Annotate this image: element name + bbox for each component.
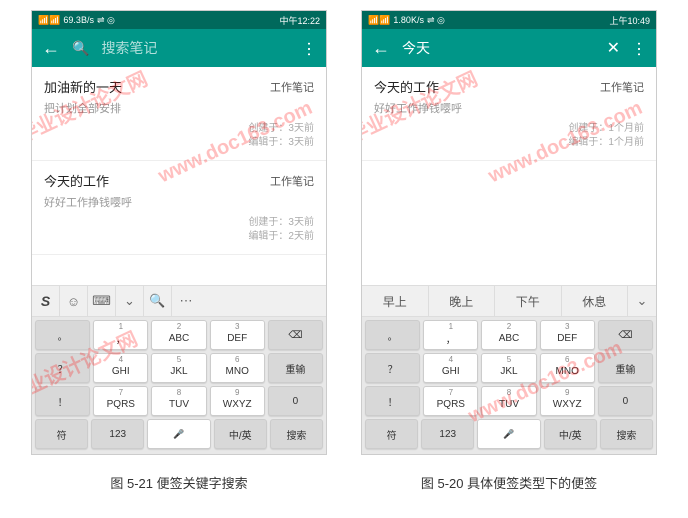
key-2[interactable]: 2ABC <box>481 320 536 350</box>
status-icons: ⇌ ◎ <box>427 15 445 26</box>
emoji-icon[interactable]: ☺ <box>60 286 88 316</box>
note-tag: 工作笔记 <box>270 173 314 189</box>
more-icon[interactable]: ⋯ <box>172 286 200 316</box>
suggestion-bar: 早上 晚上 下午 休息 ⌄ <box>362 285 656 317</box>
back-icon[interactable]: ← <box>372 38 390 59</box>
list-item[interactable]: 今天的工作 工作笔记 好好工作挣钱嘤呼 创建于：3天前 编辑于：2天前 <box>32 161 326 255</box>
key-1[interactable]: 1， <box>423 320 478 350</box>
keyboard: 。 1， 2ABC 3DEF ⌫ ？ 4GHI 5JKL 6MNO 重输 ！ 7… <box>32 317 326 455</box>
key-backspace[interactable]: ⌫ <box>598 320 653 350</box>
key-7[interactable]: 7PQRS <box>93 386 148 416</box>
key-4[interactable]: 4GHI <box>423 353 478 383</box>
note-list: 加油新的一天 工作笔记 把计划全部安排 创建于：3天前 编辑于：3天前 今天的工… <box>32 67 326 285</box>
key-2[interactable]: 2ABC <box>151 320 206 350</box>
note-meta: 创建于：1个月前 编辑于：1个月前 <box>374 122 644 150</box>
toolbar: ← 🔍 ⋯ <box>32 29 326 67</box>
key-3[interactable]: 3DEF <box>210 320 265 350</box>
back-icon[interactable]: ← <box>42 38 60 59</box>
net-speed: 1.80K/s <box>393 15 424 25</box>
key-retype[interactable]: 重输 <box>598 353 653 383</box>
caption-left: 图 5-21 便签关键字搜索 <box>31 473 327 492</box>
key-search[interactable]: 搜索 <box>600 419 653 449</box>
key-0[interactable]: 0 <box>598 386 653 416</box>
note-tag: 工作笔记 <box>600 79 644 95</box>
more-icon[interactable]: ⋯ <box>299 41 319 55</box>
toolbar: ← 今天 ✕ ⋯ <box>362 29 656 67</box>
phone-left: 📶📶 69.3B/s ⇌ ◎ 中午12:22 ← 🔍 ⋯ 加油新的一天 工作笔记… <box>31 10 327 455</box>
suggestion[interactable]: 休息 <box>562 286 629 316</box>
note-tag: 工作笔记 <box>270 79 314 95</box>
caption-right: 图 5-20 具体便签类型下的便签 <box>361 473 657 492</box>
suggestion[interactable]: 晚上 <box>429 286 496 316</box>
phone-right: 📶📶 1.80K/s ⇌ ◎ 上午10:49 ← 今天 ✕ ⋯ 今天的工作 工作… <box>361 10 657 455</box>
key-symbol[interactable]: 符 <box>365 419 418 449</box>
key-5[interactable]: 5JKL <box>481 353 536 383</box>
note-list: 今天的工作 工作笔记 好好工作挣钱嘤呼 创建于：1个月前 编辑于：1个月前 <box>362 67 656 285</box>
suggestion[interactable]: 早上 <box>362 286 429 316</box>
note-subtitle: 把计划全部安排 <box>44 100 314 116</box>
suggestion-bar: S ☺ ⌨ ⌄ 🔍 ⋯ <box>32 285 326 317</box>
clock: 上午10:49 <box>609 14 650 27</box>
note-meta: 创建于：3天前 编辑于：3天前 <box>44 122 314 150</box>
key-8[interactable]: 8TUV <box>151 386 206 416</box>
key-lang[interactable]: 中/英 <box>544 419 597 449</box>
chevron-down-icon[interactable]: ⌄ <box>628 286 656 316</box>
suggestion[interactable]: 下午 <box>495 286 562 316</box>
key-symbol[interactable]: 符 <box>35 419 88 449</box>
key-3[interactable]: 3DEF <box>540 320 595 350</box>
key-question[interactable]: ？ <box>35 353 90 383</box>
keyboard: 。 1， 2ABC 3DEF ⌫ ？ 4GHI 5JKL 6MNO 重输 ！ 7… <box>362 317 656 455</box>
search-icon: 🔍 <box>72 40 89 57</box>
note-title: 加油新的一天 <box>44 77 122 96</box>
key-1[interactable]: 1， <box>93 320 148 350</box>
key-123[interactable]: 123 <box>421 419 474 449</box>
key-7[interactable]: 7PQRS <box>423 386 478 416</box>
key-9[interactable]: 9WXYZ <box>540 386 595 416</box>
note-meta: 创建于：3天前 编辑于：2天前 <box>44 216 314 244</box>
key-6[interactable]: 6MNO <box>540 353 595 383</box>
key-4[interactable]: 4GHI <box>93 353 148 383</box>
status-icons: ⇌ ◎ <box>97 15 115 26</box>
status-bar: 📶📶 1.80K/s ⇌ ◎ 上午10:49 <box>362 11 656 29</box>
net-speed: 69.3B/s <box>63 15 94 25</box>
key-6[interactable]: 6MNO <box>210 353 265 383</box>
list-item[interactable]: 加油新的一天 工作笔记 把计划全部安排 创建于：3天前 编辑于：3天前 <box>32 67 326 161</box>
toolbar-title: 今天 <box>402 38 595 58</box>
signal-icon: 📶📶 <box>38 15 60 26</box>
key-mic[interactable]: 🎤 <box>147 419 210 449</box>
key-comma[interactable]: 。 <box>35 320 90 350</box>
note-title: 今天的工作 <box>44 171 109 190</box>
search-input[interactable] <box>101 40 290 56</box>
key-9[interactable]: 9WXYZ <box>210 386 265 416</box>
key-5[interactable]: 5JKL <box>151 353 206 383</box>
key-search[interactable]: 搜索 <box>270 419 323 449</box>
note-subtitle: 好好工作挣钱嘤呼 <box>374 100 644 116</box>
key-retype[interactable]: 重输 <box>268 353 323 383</box>
key-8[interactable]: 8TUV <box>481 386 536 416</box>
chevron-down-icon[interactable]: ⌄ <box>116 286 144 316</box>
clock: 中午12:22 <box>279 14 320 27</box>
note-subtitle: 好好工作挣钱嘤呼 <box>44 194 314 210</box>
search-icon[interactable]: 🔍 <box>144 286 172 316</box>
key-mic[interactable]: 🎤 <box>477 419 540 449</box>
status-bar: 📶📶 69.3B/s ⇌ ◎ 中午12:22 <box>32 11 326 29</box>
key-exclaim[interactable]: ！ <box>35 386 90 416</box>
key-lang[interactable]: 中/英 <box>214 419 267 449</box>
keyboard-icon[interactable]: ⌨ <box>88 286 116 316</box>
key-backspace[interactable]: ⌫ <box>268 320 323 350</box>
key-123[interactable]: 123 <box>91 419 144 449</box>
note-title: 今天的工作 <box>374 77 439 96</box>
key-exclaim[interactable]: ！ <box>365 386 420 416</box>
signal-icon: 📶📶 <box>368 15 390 26</box>
key-question[interactable]: ？ <box>365 353 420 383</box>
key-0[interactable]: 0 <box>268 386 323 416</box>
sogou-icon[interactable]: S <box>32 286 60 316</box>
close-icon[interactable]: ✕ <box>607 38 620 58</box>
key-comma[interactable]: 。 <box>365 320 420 350</box>
list-item[interactable]: 今天的工作 工作笔记 好好工作挣钱嘤呼 创建于：1个月前 编辑于：1个月前 <box>362 67 656 161</box>
more-icon[interactable]: ⋯ <box>629 41 649 55</box>
